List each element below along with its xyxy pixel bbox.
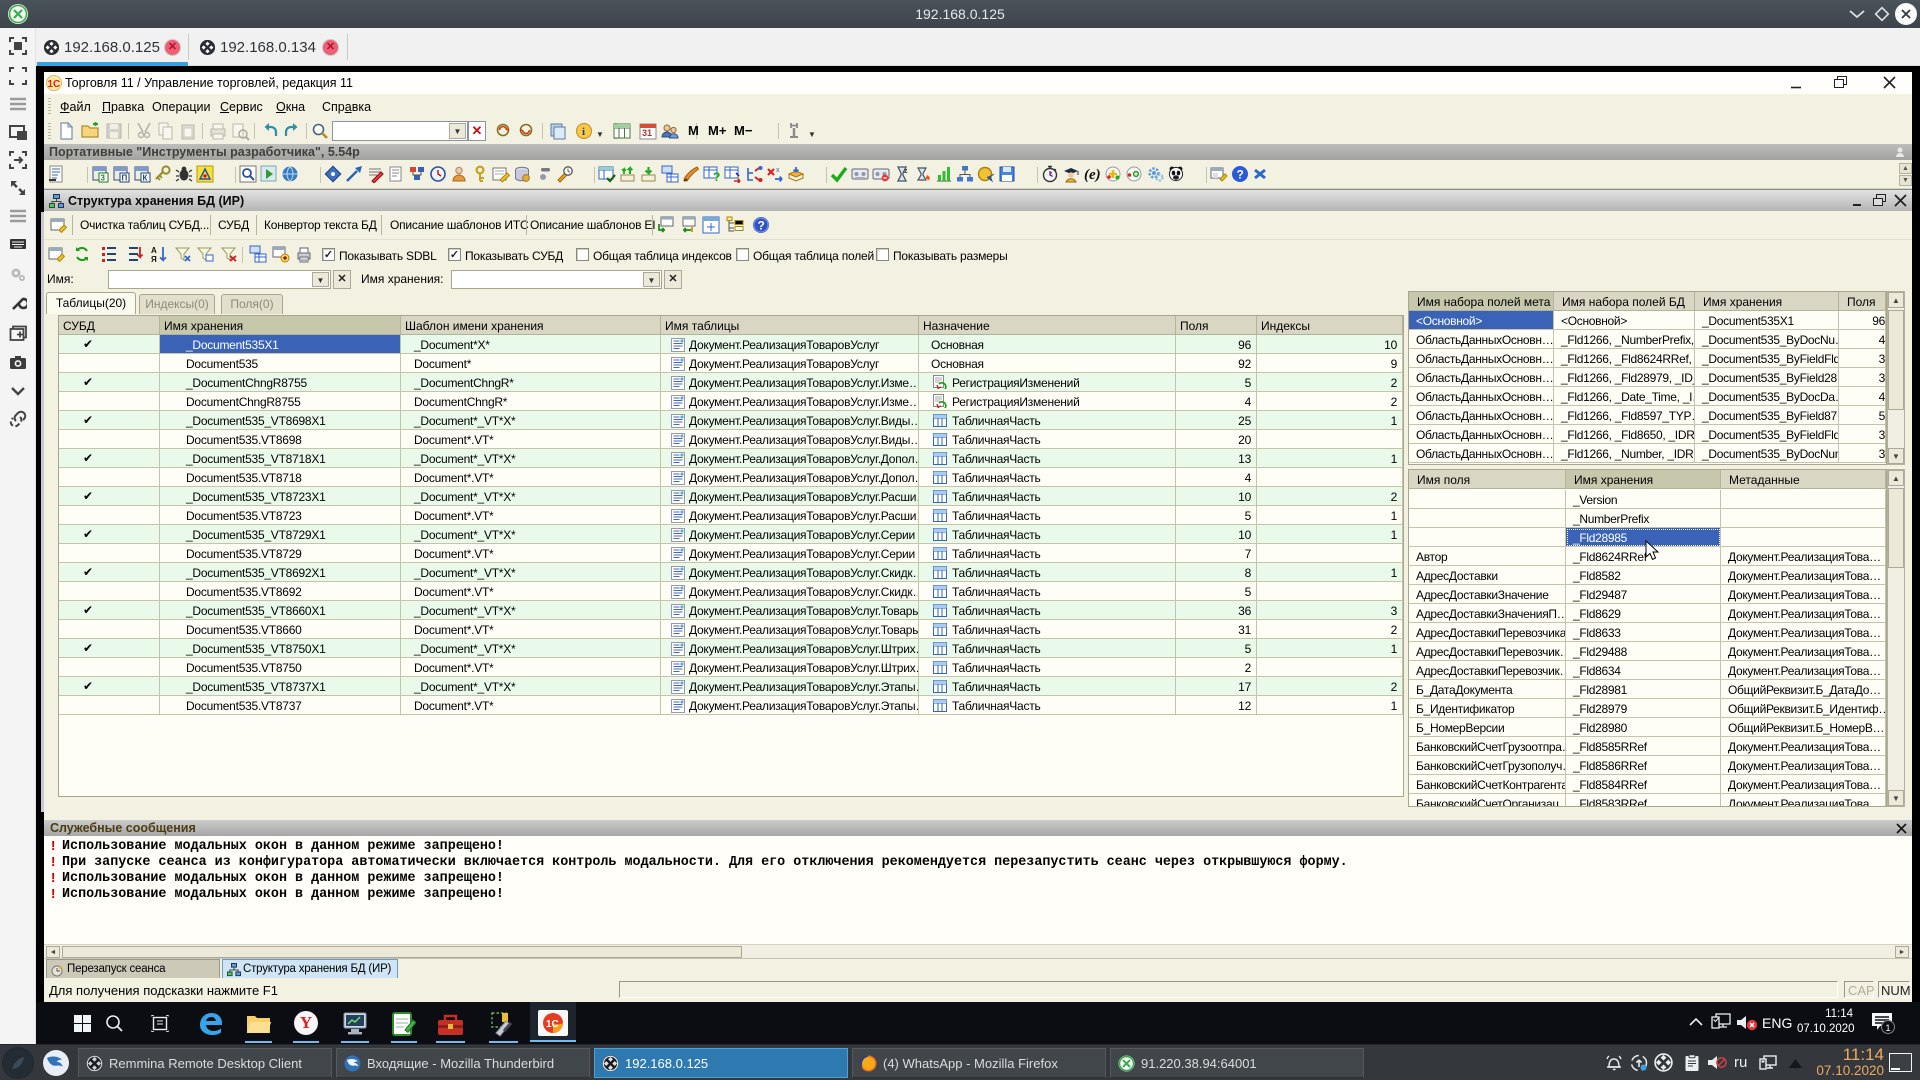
svg-text:i: i — [582, 126, 585, 138]
svg-text:1: 1 — [1886, 1023, 1891, 1033]
svg-text:К: К — [143, 174, 148, 183]
svg-text:31: 31 — [642, 128, 652, 138]
svg-text:1С: 1С — [48, 79, 61, 90]
svg-text:3: 3 — [101, 174, 106, 183]
svg-text:?: ? — [1237, 168, 1244, 182]
svg-text:Я: Я — [151, 255, 157, 263]
svg-text:А: А — [151, 246, 157, 255]
svg-text:?: ? — [758, 219, 765, 233]
svg-text:1С: 1С — [546, 1019, 559, 1030]
svg-text:(e): (e) — [1084, 167, 1101, 183]
svg-text:x: x — [776, 167, 780, 174]
svg-text:П: П — [122, 174, 128, 183]
svg-text:z: z — [904, 168, 908, 175]
svg-text:?: ? — [713, 170, 720, 183]
